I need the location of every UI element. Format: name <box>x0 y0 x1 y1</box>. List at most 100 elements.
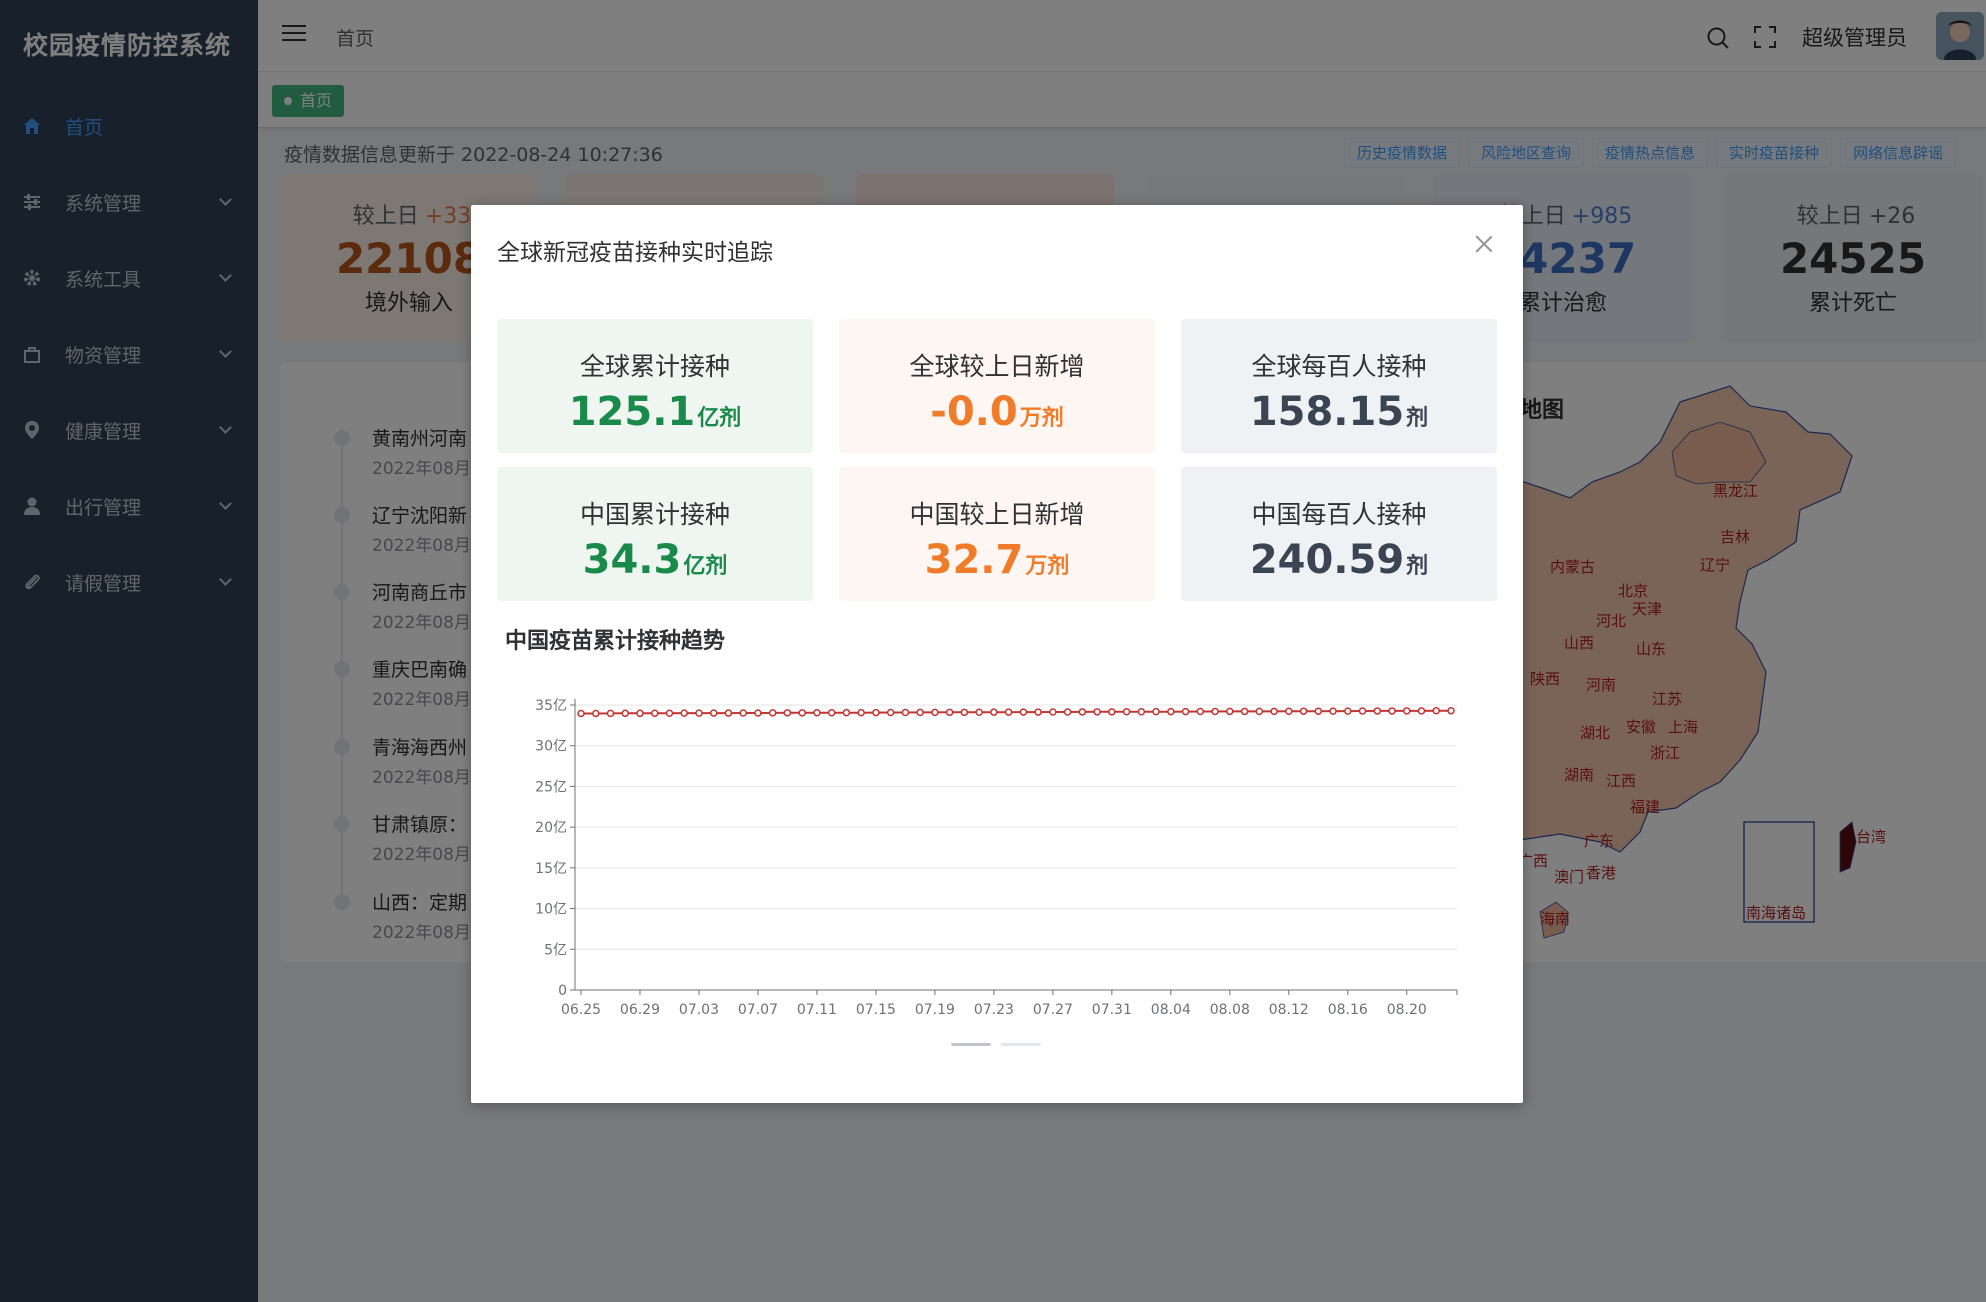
data-point <box>1196 707 1205 716</box>
data-point <box>1122 708 1131 716</box>
vaccination-trend-chart[interactable]: 0 5亿 10亿 15亿 20亿 25亿 30亿 35亿 06.25 06.29 07.03 07.0… <box>471 675 1523 1035</box>
card-china-total: 中国累计接种 34.3亿剂 <box>497 467 813 601</box>
data-point <box>886 708 895 717</box>
card-global-daily: 全球较上日新增 -0.0万剂 <box>839 319 1155 453</box>
data-point <box>591 709 600 718</box>
card-label: 全球累计接种 <box>579 352 730 381</box>
y-tick-label: 10亿 <box>535 902 567 918</box>
x-tick-label: 08.16 <box>1328 1002 1368 1018</box>
y-tick-label: 35亿 <box>535 698 567 714</box>
vaccine-dialog: 全球新冠疫苗接种实时追踪 全球累计接种 125.1亿剂 全球较上日新增 -0.0… <box>471 205 1523 1103</box>
x-tick-label: 07.11 <box>797 1002 837 1018</box>
data-point <box>1152 707 1160 716</box>
data-point <box>1034 708 1042 716</box>
data-point <box>1226 707 1234 716</box>
x-tick-label: 08.08 <box>1210 1002 1250 1018</box>
chart-zoom-slider[interactable] <box>951 1043 1041 1046</box>
data-point <box>1108 708 1116 716</box>
data-point <box>1240 707 1249 716</box>
slider-segment[interactable] <box>951 1043 991 1046</box>
data-point <box>1181 707 1190 716</box>
card-unit: 剂 <box>1406 406 1429 431</box>
card-china-per100: 中国每百人接种 240.59剂 <box>1181 467 1497 601</box>
close-icon[interactable] <box>1475 235 1493 253</box>
data-point <box>945 708 954 717</box>
data-point <box>1329 707 1337 715</box>
x-tick-label: 07.23 <box>974 1002 1014 1018</box>
x-tick-label: 08.20 <box>1387 1002 1427 1018</box>
data-point <box>665 709 674 717</box>
card-label: 全球每百人接种 <box>1251 352 1427 381</box>
data-point <box>650 709 659 717</box>
data-point <box>1137 708 1146 716</box>
data-point <box>724 709 733 717</box>
card-china-daily: 中国较上日新增 32.7万剂 <box>839 467 1155 601</box>
card-global-per100: 全球每百人接种 158.15剂 <box>1181 319 1497 453</box>
data-point <box>798 709 806 717</box>
data-point <box>1417 707 1426 715</box>
data-point <box>1447 706 1455 715</box>
data-point <box>1432 707 1441 715</box>
data-point <box>1255 707 1264 716</box>
data-point <box>680 709 688 717</box>
card-unit: 剂 <box>1406 554 1429 579</box>
card-global-total: 全球累计接种 125.1亿剂 <box>497 319 813 453</box>
data-point <box>577 709 585 718</box>
data-point <box>1388 707 1396 715</box>
data-point <box>1373 707 1382 715</box>
x-tick-label: 07.27 <box>1033 1002 1073 1018</box>
x-tick-label: 07.15 <box>856 1002 896 1018</box>
data-point <box>1049 708 1057 716</box>
data-point <box>827 708 836 717</box>
card-value: 158.15 <box>1249 389 1405 435</box>
data-point <box>709 709 718 717</box>
data-point <box>1344 707 1352 715</box>
slider-segment[interactable] <box>1001 1043 1041 1046</box>
data-point <box>1358 707 1367 715</box>
card-unit: 万剂 <box>1019 406 1064 431</box>
data-point <box>1403 707 1411 715</box>
x-tick-label: 06.25 <box>561 1002 601 1018</box>
card-unit: 万剂 <box>1025 554 1070 579</box>
x-tick-label: 07.31 <box>1092 1002 1132 1018</box>
data-point <box>754 709 762 717</box>
data-point <box>1063 708 1072 716</box>
x-tick-label: 07.19 <box>915 1002 955 1018</box>
data-point <box>1299 707 1308 715</box>
data-point <box>739 709 747 717</box>
data-point <box>813 708 821 717</box>
x-tick-label: 06.29 <box>620 1002 660 1018</box>
data-point <box>1093 708 1101 716</box>
data-point <box>842 708 851 717</box>
dialog-title: 全球新冠疫苗接种实时追踪 <box>497 240 773 266</box>
data-point <box>1078 708 1087 716</box>
card-label: 中国累计接种 <box>579 500 730 529</box>
data-point <box>1004 708 1013 716</box>
x-tick-label: 07.07 <box>738 1002 778 1018</box>
card-value: 34.3 <box>582 537 682 583</box>
data-point <box>621 709 629 718</box>
x-tick-label: 08.12 <box>1269 1002 1309 1018</box>
data-point <box>931 708 939 717</box>
y-tick-label: 15亿 <box>535 861 567 877</box>
card-label: 全球较上日新增 <box>909 352 1085 381</box>
card-value: 240.59 <box>1249 537 1405 583</box>
data-point <box>1270 707 1278 716</box>
data-point <box>916 708 924 717</box>
data-point <box>857 708 865 717</box>
data-point <box>872 708 880 717</box>
data-point <box>768 709 777 717</box>
y-tick-label: 30亿 <box>535 739 567 755</box>
card-label: 中国较上日新增 <box>909 500 1085 529</box>
y-tick-label: 0 <box>558 983 567 999</box>
y-tick-label: 25亿 <box>535 779 567 795</box>
card-value: -0.0 <box>930 389 1018 435</box>
card-unit: 亿剂 <box>697 406 742 431</box>
data-point <box>901 708 910 717</box>
data-point <box>1167 707 1175 716</box>
chart-title: 中国疫苗累计接种趋势 <box>505 629 726 654</box>
x-tick-label: 08.04 <box>1151 1002 1191 1018</box>
card-label: 中国每百人接种 <box>1251 500 1427 529</box>
data-point <box>1019 708 1028 716</box>
card-value: 32.7 <box>924 537 1024 583</box>
